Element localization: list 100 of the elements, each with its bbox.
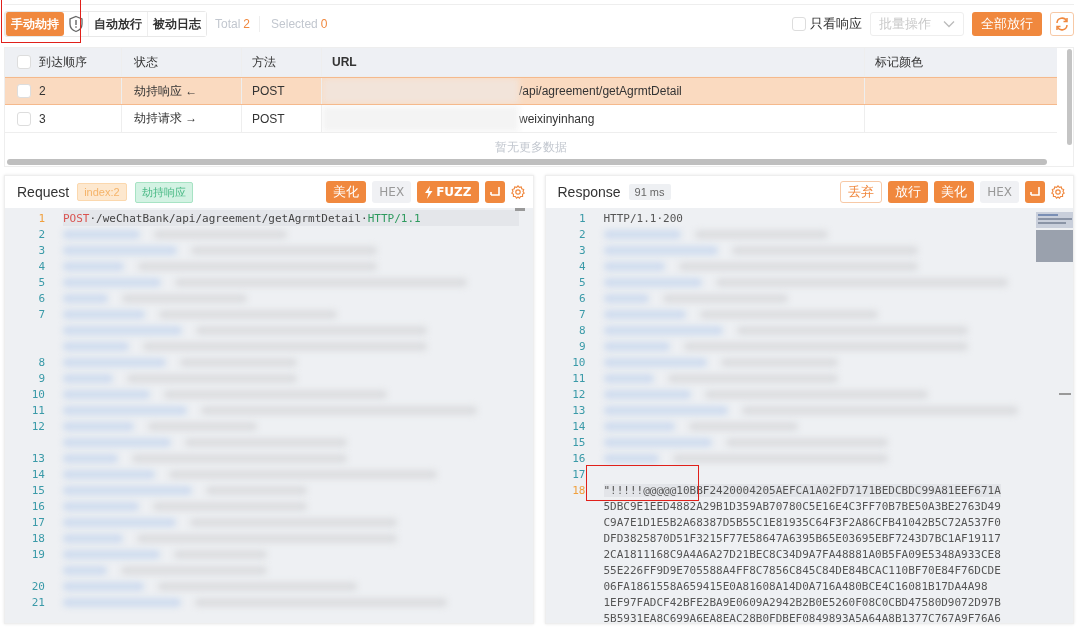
- release-all-button[interactable]: 全部放行: [972, 12, 1042, 36]
- code-line: 5B5931EA8C699A6EA8EAC28B0FDBEF0849893A5A64A8B1377C767A9F76A6: [603, 611, 1001, 623]
- column-header: 到达顺序: [39, 53, 87, 71]
- redacted-text: [603, 421, 675, 431]
- table-cell: /api/agreement/getAgrmtDetail: [519, 84, 682, 98]
- total-label: Total: [215, 17, 241, 31]
- toolbar-button[interactable]: HEX: [980, 181, 1019, 203]
- toolbar-button[interactable]: 丢弃: [840, 181, 883, 203]
- return-icon: [1029, 186, 1041, 198]
- toolbar-button[interactable]: 放行: [888, 181, 929, 203]
- table-cell: 劫持请求 →: [134, 110, 198, 127]
- table-row[interactable]: 3 劫持请求 → POST weixinyinhang: [5, 105, 1057, 133]
- refresh-button[interactable]: [1050, 12, 1074, 36]
- line-number: 20: [31, 579, 45, 593]
- line-number: 11: [572, 371, 586, 385]
- line-number: 17: [572, 467, 586, 481]
- mode-tab[interactable]: 手动劫持: [5, 12, 64, 36]
- line-number: 2: [578, 227, 586, 241]
- table-cell: weixinyinhang: [519, 111, 595, 126]
- line-number: 9: [578, 339, 586, 353]
- line-number: 8: [38, 355, 45, 369]
- code-line: C9A7E1D1E5B2A68387D5B55C1E81935C64F3F2A86CFB41042B5C72A537F0: [603, 515, 1001, 529]
- scrollbar[interactable]: [1059, 393, 1071, 395]
- line-number: 13: [31, 451, 45, 465]
- code-line: DFD3825870D51F3215F77E58647A6395B65E03695EBF7243D7BC1AF19117: [603, 531, 1001, 545]
- redacted-text: [63, 293, 108, 303]
- line-number: 1: [38, 211, 45, 225]
- line-number: 6: [578, 291, 586, 305]
- line-number: 3: [38, 243, 45, 257]
- line-number: 18: [31, 531, 45, 545]
- line-number: 12: [572, 387, 586, 401]
- column-header: 状态: [134, 53, 158, 71]
- toolbar-button[interactable]: 美化: [326, 181, 367, 203]
- line-number: 14: [31, 467, 45, 481]
- redacted-text: [63, 373, 113, 383]
- scrollbar[interactable]: [1067, 49, 1072, 145]
- redacted-text: [63, 565, 107, 575]
- tag: 91 ms: [628, 184, 671, 200]
- line-number: 1: [578, 211, 586, 225]
- line-number: 3: [578, 243, 586, 257]
- line-number: 15: [572, 435, 586, 449]
- redacted-text: [63, 453, 118, 463]
- checkbox[interactable]: [17, 111, 31, 126]
- selected-label: Selected: [271, 17, 318, 31]
- table-row[interactable]: 2 劫持响应 ← POST /api/agreement/getAgrmtDetail: [5, 77, 1057, 105]
- line-number: 16: [31, 499, 45, 513]
- wrap-button[interactable]: [1025, 181, 1045, 203]
- chevron-down-icon: [943, 20, 955, 28]
- mode-tab[interactable]: 被动日志: [147, 12, 206, 36]
- line-number: 19: [31, 547, 45, 561]
- checkbox[interactable]: [17, 84, 31, 98]
- scrollbar[interactable]: [514, 208, 525, 211]
- column-header: 方法: [252, 53, 276, 71]
- code-line: 2CA1811168C9A4A6A27D21BEC8C34D9A7FA48881A0B5FA09E5348A933CE8: [603, 547, 1001, 561]
- tag: index:2: [77, 183, 127, 201]
- toolbar-button[interactable]: HEX: [372, 181, 412, 203]
- line-number: 21: [31, 595, 45, 609]
- lightning-icon: [424, 185, 434, 199]
- toolbar-button[interactable]: 美化: [934, 181, 975, 203]
- line-number: 12: [31, 419, 45, 433]
- line-number: 6: [38, 291, 45, 305]
- line-number: 4: [38, 259, 45, 273]
- code-editor[interactable]: 1 POST·/weChatBank/api/agreement/getAgrmtDetail·HTTP/1.1 2 3 4 5 6 7 8 9 10 11 12 13 14 15 16 17 18 19 20 21: [5, 208, 533, 623]
- redacted-text: [63, 261, 124, 271]
- tag: 劫持响应: [134, 181, 193, 203]
- line-number: 2: [38, 227, 45, 241]
- line-number: 10: [572, 355, 586, 369]
- line-number: 5: [38, 275, 45, 289]
- line-number: 9: [38, 371, 45, 385]
- line-number: 7: [578, 307, 586, 321]
- return-icon: [488, 186, 501, 198]
- line-number: 14: [572, 419, 586, 433]
- wrap-button[interactable]: [484, 181, 505, 203]
- panel-title: Response: [557, 184, 621, 200]
- panel-title: Request: [17, 184, 70, 200]
- total-count: 2: [243, 17, 251, 31]
- line-number: 4: [578, 259, 586, 273]
- redacted-text: [603, 453, 659, 463]
- redacted-text: [603, 341, 670, 351]
- scrollbar[interactable]: [7, 159, 1047, 165]
- checkbox[interactable]: [792, 17, 806, 31]
- fuzz-button[interactable]: FUZZ: [417, 181, 479, 203]
- redacted-text: [63, 533, 123, 543]
- checkbox[interactable]: [17, 55, 31, 69]
- redacted-text: [603, 373, 654, 383]
- line-number: 7: [38, 307, 45, 321]
- table-cell: POST: [252, 111, 285, 126]
- minimap-drawing: [1035, 212, 1073, 264]
- line-number: 13: [572, 403, 586, 417]
- line-number: 8: [578, 323, 586, 337]
- line-number: 5: [578, 275, 586, 289]
- code-line: POST·/weChatBank/api/agreement/getAgrmtDetail·HTTP/1.1: [63, 211, 421, 225]
- code-line: 1EF97FADCF42BFE2BA9E0609A2942B2B0E5260F08C0CBD47580D9072D97B: [603, 595, 1001, 609]
- code-line: 55E226FF9D9E705588A4FF8C7856C845C84DE84BCAC110BF70E84F76DCDE: [603, 563, 1001, 577]
- line-number: 16: [572, 451, 586, 465]
- shield-icon: [68, 15, 84, 33]
- selected-count: 0: [320, 17, 328, 31]
- column-header: URL: [332, 55, 357, 69]
- redacted-text: [603, 261, 665, 271]
- column-header: 标记颜色: [875, 53, 923, 71]
